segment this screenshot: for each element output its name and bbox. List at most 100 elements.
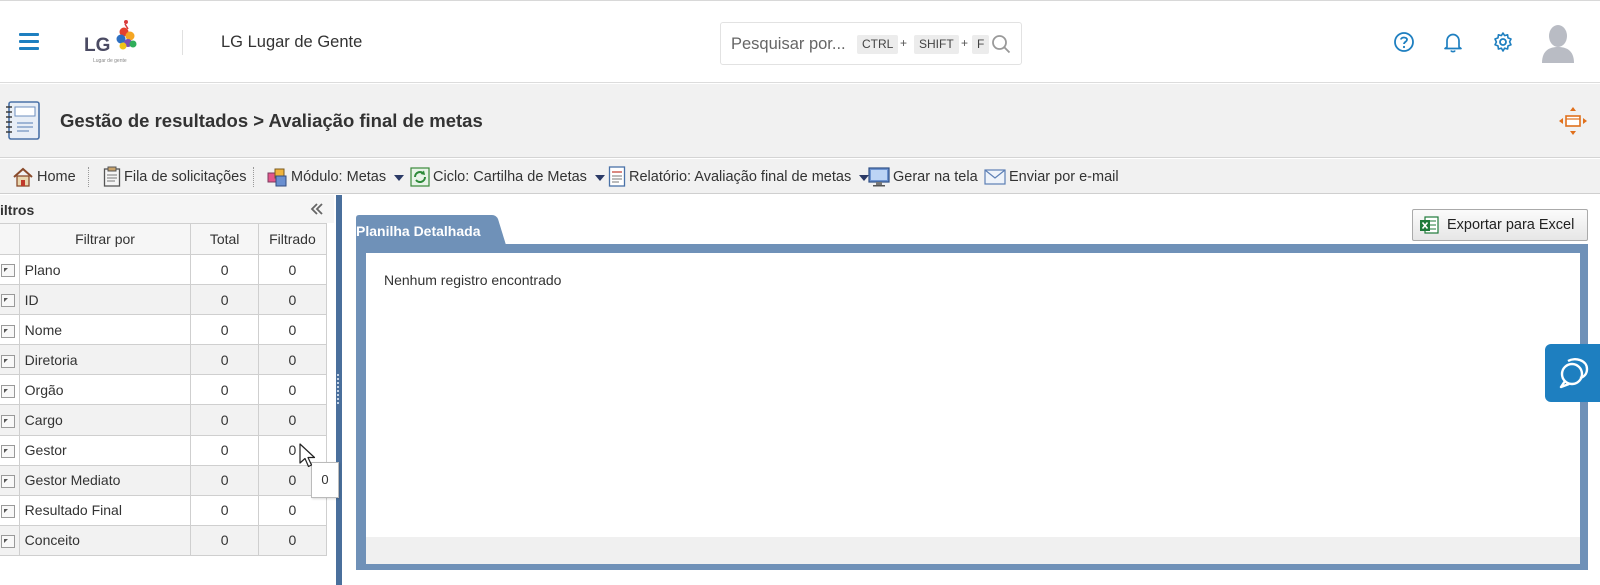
cycle-dropdown[interactable]: Ciclo: Cartilha de Metas <box>410 165 605 188</box>
row-menu-cell[interactable] <box>0 524 20 556</box>
chat-button[interactable] <box>1545 344 1600 402</box>
row-menu-cell[interactable] <box>0 404 20 436</box>
dropdown-icon[interactable] <box>0 475 15 488</box>
avatar[interactable] <box>1540 23 1576 63</box>
dropdown-icon[interactable] <box>0 264 15 278</box>
total-cell: 0 <box>190 374 259 406</box>
shortcut-key-f: F <box>972 35 990 54</box>
gear-icon[interactable] <box>1492 31 1514 53</box>
empty-state-message: Nenhum registro encontrado <box>384 272 562 288</box>
filter-name-cell: Conceito <box>18 524 192 556</box>
filter-by-column-header[interactable]: Filtrar por <box>18 223 192 255</box>
toolbar: Home Fila de solicitações Módulo: Metas … <box>0 159 1600 194</box>
request-queue-label: Fila de solicitações <box>124 168 247 185</box>
home-button[interactable]: Home <box>12 165 76 188</box>
shortcut-plus: + <box>961 36 969 50</box>
dropdown-icon[interactable] <box>0 505 15 519</box>
total-cell: 0 <box>190 404 259 436</box>
cycle-icon <box>410 166 430 187</box>
filter-name-cell: ID <box>18 284 192 316</box>
request-queue-button[interactable]: Fila de solicitações <box>103 165 247 188</box>
row-menu-cell[interactable] <box>0 253 20 286</box>
table-row[interactable]: Gestor 0 0 <box>0 434 328 466</box>
app-logo[interactable]: LG Lugar de gente <box>80 17 140 67</box>
dropdown-icon[interactable] <box>0 384 15 398</box>
clipboard-icon <box>103 166 121 187</box>
splitter-grip[interactable] <box>337 374 341 404</box>
total-column-header[interactable]: Total <box>190 223 259 255</box>
table-row[interactable]: Gestor Mediato 0 0 <box>0 464 328 496</box>
export-excel-label: Exportar para Excel <box>1447 217 1575 233</box>
row-menu-cell[interactable] <box>0 374 20 406</box>
search-icon[interactable] <box>991 34 1011 54</box>
chevron-down-icon <box>394 174 405 181</box>
app-title: LG Lugar de Gente <box>221 33 363 51</box>
generate-on-screen-button[interactable]: Gerar na tela <box>868 165 978 188</box>
home-label: Home <box>37 168 76 185</box>
filter-name-cell: Diretoria <box>18 344 192 376</box>
monitor-icon <box>868 166 890 186</box>
total-cell: 0 <box>190 524 259 556</box>
table-row[interactable]: Orgão 0 0 <box>0 374 328 406</box>
shortcut-key-shift: SHIFT <box>914 35 959 54</box>
table-row[interactable]: ID 0 0 <box>0 284 328 316</box>
row-menu-cell[interactable] <box>0 434 20 466</box>
row-menu-cell[interactable] <box>0 284 20 316</box>
filtered-cell: 0 <box>257 253 328 286</box>
total-cell: 0 <box>190 494 259 526</box>
table-row[interactable]: Diretoria 0 0 <box>0 344 328 376</box>
export-excel-button[interactable]: Exportar para Excel <box>1412 209 1588 241</box>
tab-detailed-sheet-label[interactable]: Planilha Detalhada <box>356 223 480 239</box>
dropdown-icon[interactable] <box>0 414 15 428</box>
dropdown-icon[interactable] <box>0 535 15 549</box>
search-input[interactable]: Pesquisar por... <box>731 35 846 54</box>
send-email-label: Enviar por e-mail <box>1009 168 1119 185</box>
send-email-button[interactable]: Enviar por e-mail <box>984 165 1119 188</box>
shortcut-plus: + <box>900 36 908 50</box>
filtered-cell: 0 <box>257 344 328 376</box>
shortcut-key-ctrl: CTRL <box>857 35 899 54</box>
row-menu-cell[interactable] <box>0 314 20 346</box>
table-row[interactable]: Resultado Final 0 0 <box>0 494 328 526</box>
filters-panel: iltros Filtrar por Total Filtrado Plano … <box>0 195 335 585</box>
row-menu-cell[interactable] <box>0 344 20 376</box>
filtered-column-header[interactable]: Filtrado <box>257 223 328 255</box>
detail-panel-body <box>366 253 1580 537</box>
search-box[interactable]: Pesquisar por... CTRL + SHIFT + F <box>720 22 1022 65</box>
help-icon[interactable] <box>1393 31 1415 53</box>
filter-name-cell: Cargo <box>18 404 192 436</box>
filter-name-cell: Resultado Final <box>18 494 192 526</box>
row-menu-cell[interactable] <box>0 494 20 526</box>
total-cell: 0 <box>190 344 259 376</box>
filtered-cell: 0 <box>257 314 328 346</box>
table-row[interactable]: Plano 0 0 <box>0 253 328 286</box>
module-dropdown[interactable]: Módulo: Metas <box>267 165 405 188</box>
toolbar-separator <box>253 167 254 187</box>
dropdown-icon[interactable] <box>0 354 15 368</box>
dropdown-icon[interactable] <box>0 294 15 308</box>
bell-icon[interactable] <box>1442 31 1464 53</box>
table-row[interactable]: Cargo 0 0 <box>0 404 328 436</box>
module-label: Módulo: Metas <box>291 168 387 185</box>
table-row[interactable]: Nome 0 0 <box>0 314 328 346</box>
filters-header: iltros <box>0 195 334 223</box>
chat-icon <box>1559 358 1589 389</box>
double-chevron-left-icon[interactable] <box>309 201 325 217</box>
table-row[interactable]: Conceito 0 0 <box>0 524 328 556</box>
filter-name-cell: Gestor <box>18 434 192 466</box>
filtered-cell: 0 <box>257 374 328 406</box>
report-dropdown[interactable]: Relatório: Avaliação final de metas <box>608 165 870 188</box>
row-menu-cell[interactable] <box>0 464 20 496</box>
envelope-icon <box>984 168 1006 185</box>
dropdown-icon[interactable] <box>0 324 15 338</box>
filter-name-cell: Plano <box>18 253 192 286</box>
filters-table: Filtrar por Total Filtrado Plano 0 0 ID … <box>0 223 328 556</box>
dropdown-icon[interactable] <box>0 444 15 458</box>
expand-icon[interactable] <box>1558 106 1588 136</box>
chevron-down-icon <box>594 174 605 181</box>
home-icon <box>13 167 33 187</box>
filter-name-cell: Orgão <box>18 374 192 406</box>
filtered-cell: 0 <box>257 284 328 316</box>
menu-icon[interactable] <box>19 33 39 50</box>
generate-label: Gerar na tela <box>893 168 978 185</box>
